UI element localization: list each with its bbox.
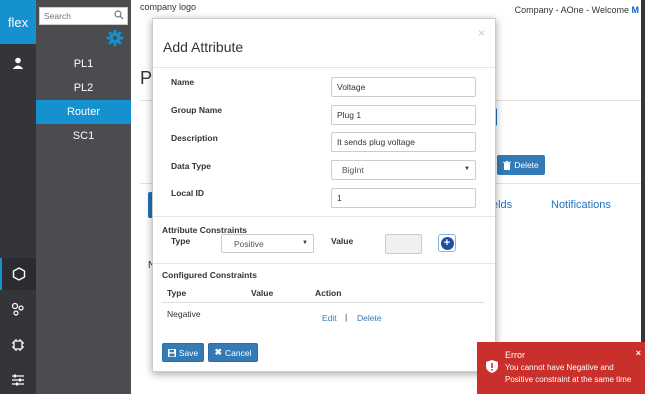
trash-icon	[503, 160, 512, 170]
delete-label: Delete	[514, 160, 539, 170]
save-button[interactable]: Save	[162, 343, 204, 362]
local-id-label: Local ID	[171, 188, 205, 198]
welcome-text: Company - AOne - Welcome M	[515, 5, 639, 15]
local-id-field[interactable]	[331, 188, 476, 208]
welcome-user[interactable]: M	[632, 5, 640, 15]
constraint-row-type: Negative	[167, 309, 201, 319]
background-delete-button[interactable]: Delete	[497, 155, 545, 175]
chevron-down-icon: ▼	[464, 166, 470, 172]
search-box	[39, 7, 128, 25]
save-label: Save	[178, 347, 199, 358]
description-field[interactable]	[331, 132, 476, 152]
modal-header-divider	[153, 67, 495, 68]
plus-icon: +	[440, 236, 454, 250]
action-separator: |	[345, 312, 348, 322]
cancel-label: Cancel	[225, 347, 252, 358]
close-icon[interactable]: ×	[636, 348, 641, 358]
constraint-type-select[interactable]: Positive ▼	[221, 234, 314, 253]
constraint-type-value: Positive	[234, 238, 264, 249]
welcome-label: Company - AOne - Welcome	[514, 5, 629, 15]
close-icon[interactable]: ×	[478, 26, 485, 40]
section-divider	[153, 216, 495, 217]
search-icon[interactable]	[114, 10, 124, 22]
toast-title: Error	[505, 350, 525, 360]
brand-logo[interactable]: flex	[0, 0, 36, 44]
toast-message: You cannot have Negative and Positive co…	[505, 363, 632, 384]
edit-link[interactable]: Edit	[322, 313, 337, 323]
secondary-nav: PL1 PL2 Router SC1	[36, 0, 131, 394]
data-type-label: Data Type	[171, 161, 211, 171]
search-input[interactable]	[40, 8, 118, 24]
constraint-value-label: Value	[331, 236, 354, 246]
configured-constraints-title: Configured Constraints	[162, 270, 257, 280]
column-header-action: Action	[315, 288, 342, 298]
company-logo: company logo	[140, 2, 197, 12]
user-icon[interactable]	[0, 47, 36, 79]
nav-item-pl2[interactable]: PL2	[36, 76, 131, 100]
table-header-divider	[162, 302, 484, 303]
nav-item-pl1[interactable]: PL1	[36, 52, 131, 76]
modal-title: Add Attribute	[163, 39, 244, 55]
description-label: Description	[171, 133, 218, 143]
left-rail: flex	[0, 0, 36, 394]
column-header-type: Type	[167, 288, 187, 298]
cancel-button[interactable]: ✖ Cancel	[208, 343, 258, 362]
section-divider	[153, 263, 495, 264]
hexagon-icon[interactable]	[0, 258, 36, 290]
error-toast: Error You cannot have Negative and Posit…	[477, 342, 645, 394]
name-field[interactable]	[331, 77, 476, 97]
nodes-icon[interactable]	[0, 293, 36, 325]
constraint-value-input[interactable]	[385, 234, 422, 254]
column-header-value: Value	[251, 288, 274, 298]
sliders-icon[interactable]	[0, 364, 36, 394]
gear-icon[interactable]	[106, 29, 124, 49]
constraint-type-label: Type	[171, 236, 191, 246]
group-name-label: Group Name	[171, 105, 223, 115]
data-type-select[interactable]: BigInt ▼	[331, 160, 476, 180]
group-name-field[interactable]	[331, 105, 476, 125]
shield-alert-icon	[486, 360, 498, 375]
nav-item-sc1[interactable]: SC1	[36, 124, 131, 148]
floppy-icon	[167, 348, 176, 357]
add-attribute-modal: Add Attribute × Name Group Name Descript…	[152, 18, 496, 372]
chevron-down-icon: ▼	[302, 240, 308, 246]
page-title-partial: P	[140, 68, 153, 88]
chip-icon[interactable]	[0, 329, 36, 361]
name-label: Name	[171, 77, 195, 87]
delete-link[interactable]: Delete	[357, 313, 382, 323]
data-type-value: BigInt	[342, 165, 364, 175]
right-edge	[641, 0, 645, 394]
nav-item-router[interactable]: Router	[36, 100, 131, 124]
close-icon: ✖	[214, 347, 223, 357]
tab-notifications[interactable]: Notifications	[551, 199, 611, 211]
add-constraint-button[interactable]: +	[438, 234, 456, 252]
